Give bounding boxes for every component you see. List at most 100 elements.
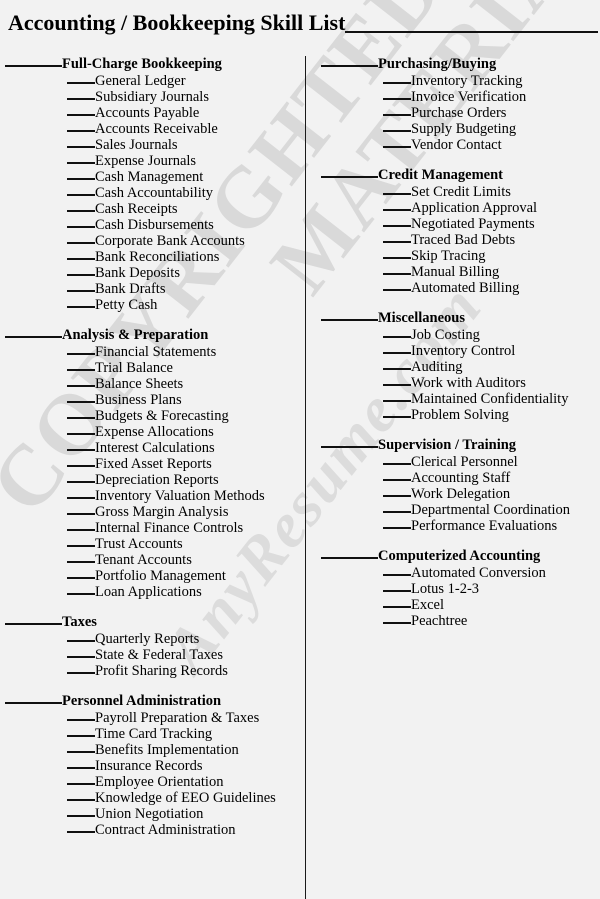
skill-item: Application Approval	[321, 200, 600, 216]
skill-checkbox-blank-line[interactable]	[67, 98, 95, 100]
skill-checkbox-blank-line[interactable]	[67, 719, 95, 721]
skill-item: Departmental Coordination	[321, 502, 600, 518]
skill-checkbox-blank-line[interactable]	[67, 640, 95, 642]
skill-checkbox-blank-line[interactable]	[67, 258, 95, 260]
skill-checkbox-blank-line[interactable]	[67, 178, 95, 180]
skill-checkbox-blank-line[interactable]	[383, 336, 411, 338]
skill-item-label: Performance Evaluations	[411, 518, 558, 534]
skill-checkbox-blank-line[interactable]	[383, 416, 411, 418]
skill-checkbox-blank-line[interactable]	[383, 273, 411, 275]
skill-checkbox-blank-line[interactable]	[383, 130, 411, 132]
skill-section-full-charge-bookkeeping: Full-Charge Bookkeeping General Ledger Sub…	[5, 56, 305, 313]
skill-checkbox-blank-line[interactable]	[383, 622, 411, 624]
skill-item-label: Trust Accounts	[95, 536, 183, 552]
skill-checkbox-blank-line[interactable]	[67, 751, 95, 753]
skill-checkbox-blank-line[interactable]	[67, 783, 95, 785]
skill-checkbox-blank-line[interactable]	[67, 465, 95, 467]
skill-item: Cash Receipts	[5, 201, 305, 217]
skill-checkbox-blank-line[interactable]	[67, 242, 95, 244]
skill-checkbox-blank-line[interactable]	[67, 433, 95, 435]
skill-item-label: Vendor Contact	[411, 137, 502, 153]
skill-checkbox-blank-line[interactable]	[67, 593, 95, 595]
skill-checkbox-blank-line[interactable]	[383, 606, 411, 608]
skill-checkbox-blank-line[interactable]	[67, 210, 95, 212]
skill-item: Trial Balance	[5, 360, 305, 376]
skill-checkbox-blank-line[interactable]	[383, 479, 411, 481]
skill-checkbox-blank-line[interactable]	[67, 561, 95, 563]
skill-item-label: Purchase Orders	[411, 105, 507, 121]
skill-checkbox-blank-line[interactable]	[67, 767, 95, 769]
skill-checkbox-blank-line[interactable]	[67, 815, 95, 817]
section-checkbox-blank-line[interactable]	[5, 623, 62, 625]
section-checkbox-blank-line[interactable]	[321, 176, 378, 178]
skill-checkbox-blank-line[interactable]	[67, 513, 95, 515]
skill-checkbox-blank-line[interactable]	[383, 114, 411, 116]
skill-checkbox-blank-line[interactable]	[383, 225, 411, 227]
skill-checkbox-blank-line[interactable]	[67, 130, 95, 132]
skill-checkbox-blank-line[interactable]	[67, 353, 95, 355]
skill-checkbox-blank-line[interactable]	[383, 400, 411, 402]
skill-checkbox-blank-line[interactable]	[67, 226, 95, 228]
skill-checkbox-blank-line[interactable]	[67, 497, 95, 499]
skill-item: Skip Tracing	[321, 248, 600, 264]
skill-checkbox-blank-line[interactable]	[67, 290, 95, 292]
skill-checkbox-blank-line[interactable]	[67, 481, 95, 483]
section-header-label: Full-Charge Bookkeeping	[62, 56, 222, 72]
skill-checkbox-blank-line[interactable]	[383, 511, 411, 513]
skill-item-label: Bank Drafts	[95, 281, 166, 297]
skill-checkbox-blank-line[interactable]	[67, 82, 95, 84]
skill-item-label: Insurance Records	[95, 758, 203, 774]
skill-checkbox-blank-line[interactable]	[67, 162, 95, 164]
skill-checkbox-blank-line[interactable]	[67, 369, 95, 371]
skill-checkbox-blank-line[interactable]	[383, 590, 411, 592]
section-checkbox-blank-line[interactable]	[5, 702, 62, 704]
skill-item: Fixed Asset Reports	[5, 456, 305, 472]
skill-checkbox-blank-line[interactable]	[383, 209, 411, 211]
skill-checkbox-blank-line[interactable]	[383, 495, 411, 497]
skill-checkbox-blank-line[interactable]	[383, 352, 411, 354]
section-checkbox-blank-line[interactable]	[5, 65, 62, 67]
skill-checkbox-blank-line[interactable]	[67, 385, 95, 387]
skill-checkbox-blank-line[interactable]	[67, 577, 95, 579]
skill-checkbox-blank-line[interactable]	[67, 194, 95, 196]
skill-checkbox-blank-line[interactable]	[383, 574, 411, 576]
skill-item: Accounts Payable	[5, 105, 305, 121]
skill-checkbox-blank-line[interactable]	[67, 449, 95, 451]
section-checkbox-blank-line[interactable]	[5, 336, 62, 338]
skill-checkbox-blank-line[interactable]	[383, 289, 411, 291]
skill-checkbox-blank-line[interactable]	[67, 274, 95, 276]
skill-checkbox-blank-line[interactable]	[383, 241, 411, 243]
skill-checkbox-blank-line[interactable]	[67, 672, 95, 674]
section-checkbox-blank-line[interactable]	[321, 65, 378, 67]
section-checkbox-blank-line[interactable]	[321, 446, 378, 448]
skill-checkbox-blank-line[interactable]	[383, 257, 411, 259]
skill-checkbox-blank-line[interactable]	[67, 306, 95, 308]
skill-checkbox-blank-line[interactable]	[67, 831, 95, 833]
skill-item: Vendor Contact	[321, 137, 600, 153]
skill-checkbox-blank-line[interactable]	[383, 193, 411, 195]
skill-checkbox-blank-line[interactable]	[383, 384, 411, 386]
skill-item-label: Cash Receipts	[95, 201, 178, 217]
skill-checkbox-blank-line[interactable]	[67, 656, 95, 658]
skill-section-miscellaneous: Miscellaneous Job Costing Inventory Contro…	[321, 310, 600, 423]
skill-checkbox-blank-line[interactable]	[67, 735, 95, 737]
skill-checkbox-blank-line[interactable]	[383, 82, 411, 84]
skill-checkbox-blank-line[interactable]	[383, 98, 411, 100]
skill-checkbox-blank-line[interactable]	[67, 529, 95, 531]
skill-checkbox-blank-line[interactable]	[67, 146, 95, 148]
skill-checkbox-blank-line[interactable]	[67, 114, 95, 116]
skill-checkbox-blank-line[interactable]	[67, 401, 95, 403]
skill-checkbox-blank-line[interactable]	[67, 799, 95, 801]
skill-item-label: Tenant Accounts	[95, 552, 192, 568]
skill-checkbox-blank-line[interactable]	[383, 527, 411, 529]
skill-checkbox-blank-line[interactable]	[67, 417, 95, 419]
skill-checkbox-blank-line[interactable]	[383, 146, 411, 148]
skill-item-label: Accounts Payable	[95, 105, 200, 121]
section-checkbox-blank-line[interactable]	[321, 319, 378, 321]
skill-checkbox-blank-line[interactable]	[67, 545, 95, 547]
skill-item: Purchase Orders	[321, 105, 600, 121]
skill-checkbox-blank-line[interactable]	[383, 368, 411, 370]
page-title-row: Accounting / Bookkeeping Skill List	[0, 0, 600, 40]
section-checkbox-blank-line[interactable]	[321, 557, 378, 559]
skill-checkbox-blank-line[interactable]	[383, 463, 411, 465]
